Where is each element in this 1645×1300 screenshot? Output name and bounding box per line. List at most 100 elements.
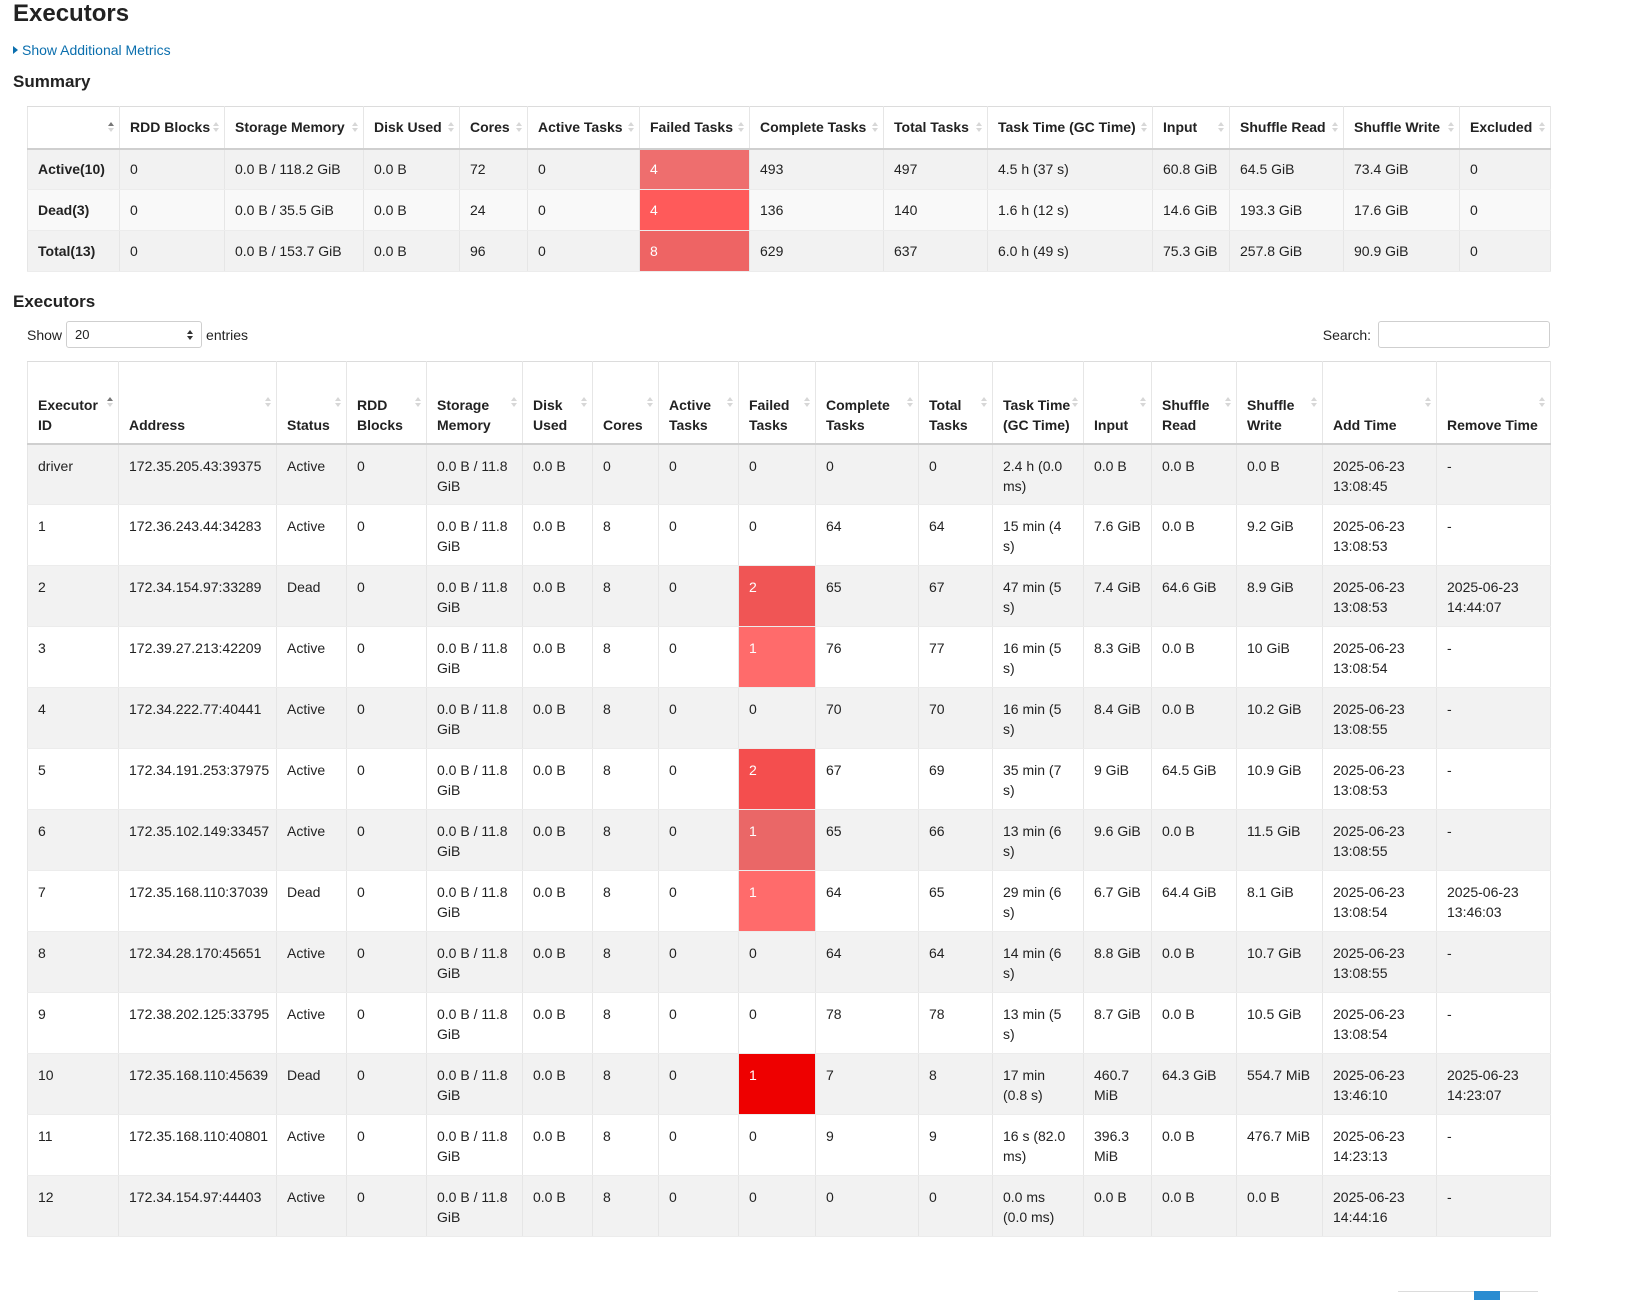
executor-cell-rdd: 0 [346, 809, 427, 871]
executors-col-header[interactable]: Shuffle Read [1151, 361, 1237, 445]
summary-cell-shuffle-read: 257.8 GiB [1229, 230, 1344, 272]
column-header-label: Complete Tasks [826, 396, 890, 433]
executor-cell-total: 0 [918, 1175, 993, 1237]
search-input[interactable] [1378, 321, 1550, 348]
summary-col-header[interactable]: Storage Memory [224, 106, 364, 150]
executor-cell-storage: 0.0 B / 11.8 GiB [426, 809, 523, 871]
sort-icon [265, 397, 271, 408]
summary-col-header[interactable]: Complete Tasks [749, 106, 884, 150]
executors-col-header[interactable]: Total Tasks [918, 361, 993, 445]
executors-col-header[interactable]: Input [1083, 361, 1152, 445]
executor-cell-disk: 0.0 B [522, 1175, 593, 1237]
summary-cell-input: 60.8 GiB [1152, 148, 1230, 190]
sort-icon [516, 122, 522, 133]
executors-col-header[interactable]: Executor ID [27, 361, 119, 445]
executor-cell-active: 0 [658, 1175, 739, 1237]
table-row: 1 172.36.243.44:34283 Active 0 0.0 B / 11.8 … [27, 504, 1551, 566]
executor-cell-cores: 8 [592, 992, 659, 1054]
executor-cell-disk: 0.0 B [522, 626, 593, 688]
entries-select[interactable]: 20 [66, 321, 203, 348]
executor-cell-cores: 8 [592, 1114, 659, 1176]
executor-cell-remove-time: - [1436, 1114, 1551, 1176]
executors-col-header[interactable]: Add Time [1322, 361, 1437, 445]
column-header-label: Shuffle Read [1162, 396, 1210, 433]
summary-col-header[interactable]: Task Time (GC Time) [987, 106, 1153, 150]
executor-cell-rdd: 0 [346, 504, 427, 566]
summary-col-header[interactable]: Excluded [1459, 106, 1551, 150]
sort-icon [335, 397, 341, 408]
executor-cell-complete: 0 [815, 443, 919, 505]
executor-cell-rdd: 0 [346, 443, 427, 505]
column-header-label: Disk Used [533, 396, 568, 433]
executors-col-header[interactable]: Complete Tasks [815, 361, 919, 445]
summary-col-header[interactable]: RDD Blocks [119, 106, 225, 150]
executor-cell-storage: 0.0 B / 11.8 GiB [426, 870, 523, 932]
summary-col-header[interactable]: Disk Used [363, 106, 460, 150]
executor-cell-shuffle-read: 0.0 B [1151, 626, 1237, 688]
executor-cell-shuffle-read: 64.3 GiB [1151, 1053, 1237, 1115]
summary-col-header[interactable] [27, 106, 120, 150]
column-header-label: Storage Memory [437, 396, 491, 433]
executors-col-header[interactable]: RDD Blocks [346, 361, 427, 445]
summary-col-header[interactable]: Failed Tasks [639, 106, 750, 150]
executors-col-header[interactable]: Cores [592, 361, 659, 445]
summary-cell-task-time: 6.0 h (49 s) [987, 230, 1153, 272]
executor-cell-add-time: 2025-06-23 14:44:16 [1322, 1175, 1437, 1237]
executors-col-header[interactable]: Active Tasks [658, 361, 739, 445]
summary-col-header[interactable]: Cores [459, 106, 528, 150]
summary-col-header[interactable]: Shuffle Read [1229, 106, 1344, 150]
executor-cell-complete: 64 [815, 504, 919, 566]
summary-cell-disk: 0.0 B [363, 189, 460, 231]
summary-cell-failed: 4 [639, 189, 750, 231]
executor-cell-task-time: 15 min (4 s) [992, 504, 1084, 566]
summary-col-header[interactable]: Active Tasks [527, 106, 640, 150]
column-header-label: Task Time (GC Time) [998, 119, 1136, 136]
executors-col-header[interactable]: Task Time (GC Time) [992, 361, 1084, 445]
column-header-label: RDD Blocks [130, 119, 211, 136]
executors-col-header[interactable]: Failed Tasks [738, 361, 816, 445]
executor-cell-add-time: 2025-06-23 13:08:55 [1322, 931, 1437, 993]
executors-col-header[interactable]: Status [276, 361, 347, 445]
executor-cell-remove-time: 2025-06-23 13:46:03 [1436, 870, 1551, 932]
show-additional-metrics-link[interactable]: Show Additional Metrics [13, 41, 171, 59]
executors-col-header[interactable]: Storage Memory [426, 361, 523, 445]
executor-cell-complete: 70 [815, 687, 919, 749]
summary-col-header[interactable]: Input [1152, 106, 1230, 150]
column-header-label: Excluded [1470, 119, 1533, 136]
executor-cell-input: 9 GiB [1083, 748, 1152, 810]
executor-cell-status: Active [276, 1175, 347, 1237]
sort-icon [1311, 397, 1317, 408]
summary-col-header[interactable]: Total Tasks [883, 106, 988, 150]
summary-cell-excluded: 0 [1459, 189, 1551, 231]
executors-col-header[interactable]: Disk Used [522, 361, 593, 445]
executor-cell-storage: 0.0 B / 11.8 GiB [426, 687, 523, 749]
summary-title: Summary [13, 72, 91, 91]
summary-row: Dead(3) 0 0.0 B / 35.5 GiB 0.0 B 24 0 4 136 140 1… [27, 189, 1551, 231]
executor-cell-disk: 0.0 B [522, 565, 593, 627]
executor-cell-status: Active [276, 504, 347, 566]
executor-cell-active: 0 [658, 809, 739, 871]
executor-cell-shuffle-read: 0.0 B [1151, 687, 1237, 749]
executors-col-header[interactable]: Address [118, 361, 277, 445]
executor-cell-total: 69 [918, 748, 993, 810]
sort-icon [1072, 397, 1078, 408]
summary-col-header[interactable]: Shuffle Write [1343, 106, 1460, 150]
column-header-label: Failed Tasks [650, 119, 734, 136]
summary-cell-input: 75.3 GiB [1152, 230, 1230, 272]
executor-cell-remove-time: - [1436, 1175, 1551, 1237]
executor-cell-id: 7 [27, 870, 119, 932]
executor-cell-shuffle-read: 64.4 GiB [1151, 870, 1237, 932]
summary-cell-task-time: 1.6 h (12 s) [987, 189, 1153, 231]
search-label: Search: [1322, 326, 1371, 343]
executor-cell-storage: 0.0 B / 11.8 GiB [426, 626, 523, 688]
executor-cell-address: 172.35.102.149:33457 [118, 809, 277, 871]
executor-cell-total: 77 [918, 626, 993, 688]
sort-icon [352, 122, 358, 133]
executors-col-header[interactable]: Shuffle Write [1236, 361, 1323, 445]
summary-cell-rdd: 0 [119, 189, 225, 231]
executor-cell-disk: 0.0 B [522, 870, 593, 932]
executor-cell-active: 0 [658, 565, 739, 627]
executors-col-header[interactable]: Remove Time [1436, 361, 1551, 445]
show-additional-metrics-label: Show Additional Metrics [22, 42, 171, 58]
executor-cell-total: 64 [918, 504, 993, 566]
